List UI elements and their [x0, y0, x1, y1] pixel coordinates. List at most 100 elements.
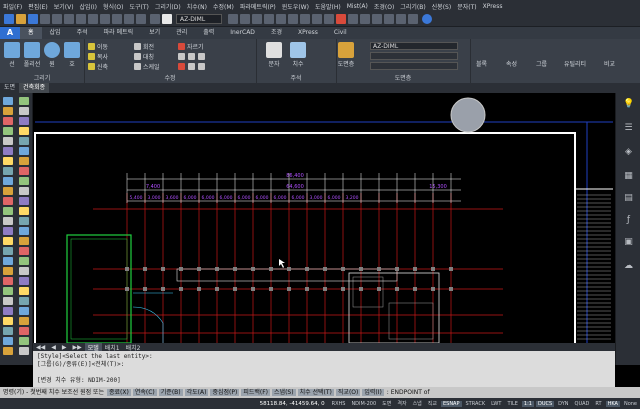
tool-icon[interactable] [3, 187, 13, 195]
menu-item-12[interactable]: Mist(A) [344, 3, 371, 10]
tool-icon[interactable] [3, 157, 13, 165]
distance-icon[interactable] [348, 14, 358, 24]
new-file-icon[interactable] [4, 14, 14, 24]
tool-icon[interactable] [3, 327, 13, 335]
open-file-icon[interactable] [16, 14, 26, 24]
tool-icon[interactable] [3, 297, 13, 305]
stretch-button[interactable]: 신축 [88, 62, 108, 71]
cloud-icon[interactable]: ☁ [623, 261, 634, 272]
status-toggle[interactable]: 1:1 [521, 400, 534, 407]
tool-icon[interactable] [3, 97, 13, 105]
menu-item-13[interactable]: 조경(O) [371, 2, 397, 11]
prompt-option[interactable]: 각도(A) [184, 389, 209, 396]
status-toggle[interactable]: NDIM-200 [349, 401, 378, 407]
status-toggle[interactable]: STRACK [464, 401, 488, 407]
tool-icon[interactable] [3, 117, 13, 125]
tool-icon[interactable] [19, 217, 29, 225]
tab-1[interactable]: 삽입 [42, 27, 69, 39]
prompt-option[interactable]: 연속(C) [132, 389, 157, 396]
prompt-option[interactable]: 입력(I) [362, 389, 384, 396]
layer-color-icon[interactable] [162, 14, 172, 24]
menu-item-8[interactable]: 수정(M) [210, 2, 237, 11]
move-button[interactable]: 이동 [88, 42, 108, 51]
menu-item-14[interactable]: 그리기(B) [397, 2, 428, 11]
fillet-icon[interactable] [178, 52, 187, 60]
dimension-icon[interactable] [290, 42, 306, 58]
status-toggle[interactable]: DUCS [535, 400, 555, 407]
prompt-option[interactable]: 직교(O) [335, 389, 361, 396]
doc-tab-0[interactable]: 도면 [0, 83, 19, 93]
status-toggle[interactable]: QUAD [573, 401, 592, 407]
tab-4[interactable]: 보기 [141, 27, 168, 39]
status-toggle[interactable]: 격자 [395, 400, 408, 407]
layers-icon[interactable]: ◈ [623, 147, 634, 158]
menu-item-7[interactable]: 치수(N) [184, 2, 210, 11]
tool-icon[interactable] [3, 197, 13, 205]
menu-item-2[interactable]: 보기(V) [51, 2, 77, 11]
layer-combo[interactable]: AZ-DIML [370, 42, 458, 50]
prompt-option[interactable]: 스냅(S) [272, 389, 296, 396]
redo-icon[interactable] [136, 14, 146, 24]
plot-icon[interactable] [64, 14, 74, 24]
calc-icon[interactable] [336, 14, 346, 24]
regen-icon[interactable] [288, 14, 298, 24]
layer-properties-icon[interactable] [338, 42, 354, 58]
layer-control-row[interactable] [370, 52, 458, 60]
help-icon[interactable] [422, 14, 432, 24]
save-icon[interactable] [28, 14, 38, 24]
tool-icon[interactable] [19, 227, 29, 235]
array-icon[interactable] [198, 52, 207, 60]
status-toggle[interactable]: 도면 [380, 400, 393, 407]
menu-item-17[interactable]: XPress [480, 3, 506, 10]
application-menu-button[interactable]: A [0, 27, 20, 39]
text-icon[interactable] [266, 42, 282, 58]
tool-icon[interactable] [19, 237, 29, 245]
menu-item-9[interactable]: 파라메트릭(P) [237, 2, 279, 11]
copy-button[interactable]: 복사 [88, 52, 108, 61]
explode-icon[interactable] [188, 62, 197, 70]
command-prompt[interactable]: 명령(기) - 첫번째 치수 보조선 원점 또는 종료(X) 연속(C) 기준(B)… [0, 387, 640, 398]
tool-icon[interactable] [19, 167, 29, 175]
menu-item-11[interactable]: 도움말(H) [312, 2, 344, 11]
tool-icon[interactable] [19, 287, 29, 295]
menu-item-1[interactable]: 편집(E) [25, 2, 51, 11]
status-toggle[interactable]: 스냅 [411, 400, 424, 407]
tool-icon[interactable] [3, 347, 13, 355]
markup-icon[interactable] [360, 14, 370, 24]
tool-icon[interactable] [3, 287, 13, 295]
circle-icon[interactable] [44, 42, 60, 58]
sliders-icon[interactable]: ☰ [623, 123, 634, 134]
tool-icon[interactable] [19, 207, 29, 215]
paste-icon[interactable] [100, 14, 110, 24]
express-icon[interactable] [408, 14, 418, 24]
menu-item-10[interactable]: 윈도우(W) [279, 2, 312, 11]
layout-nav-icon[interactable]: ▶▶ [69, 344, 84, 351]
tool-icon[interactable] [19, 257, 29, 265]
layer-prev-icon[interactable] [150, 14, 160, 24]
tool-icon[interactable] [19, 337, 29, 345]
status-toggle[interactable]: RXHS [330, 401, 348, 407]
layout-nav-icon[interactable]: ◀◀ [33, 344, 48, 351]
grid-icon[interactable]: ▦ [623, 171, 634, 182]
tab-2[interactable]: 주석 [69, 27, 96, 39]
tool-icon[interactable] [3, 177, 13, 185]
tool-icon[interactable] [19, 247, 29, 255]
tool-icon[interactable] [19, 327, 29, 335]
tab-0[interactable]: 홈 [20, 27, 42, 39]
tool-icon[interactable] [3, 247, 13, 255]
tool-icon[interactable] [3, 107, 13, 115]
scale-button[interactable]: 스케일 [134, 62, 160, 71]
menu-item-5[interactable]: 도구(T) [126, 2, 151, 11]
properties-icon[interactable] [300, 14, 310, 24]
prompt-option[interactable]: 종료(X) [107, 389, 131, 396]
tool-icon[interactable] [19, 177, 29, 185]
tool-icon[interactable] [3, 337, 13, 345]
drawing-canvas[interactable]: 86,400 7,400 64,600 15,300 5,400 3,000 3,6… [33, 93, 615, 343]
menu-item-0[interactable]: 파일(F) [0, 2, 25, 11]
tool-icon[interactable] [19, 297, 29, 305]
utility-button[interactable]: 유틸리티 [564, 59, 586, 68]
prompt-option[interactable]: 중심점(P) [210, 389, 240, 396]
tool-palette-icon[interactable] [324, 14, 334, 24]
layer-dropdown[interactable]: AZ-DIML [176, 14, 222, 24]
tool-icon[interactable] [19, 277, 29, 285]
